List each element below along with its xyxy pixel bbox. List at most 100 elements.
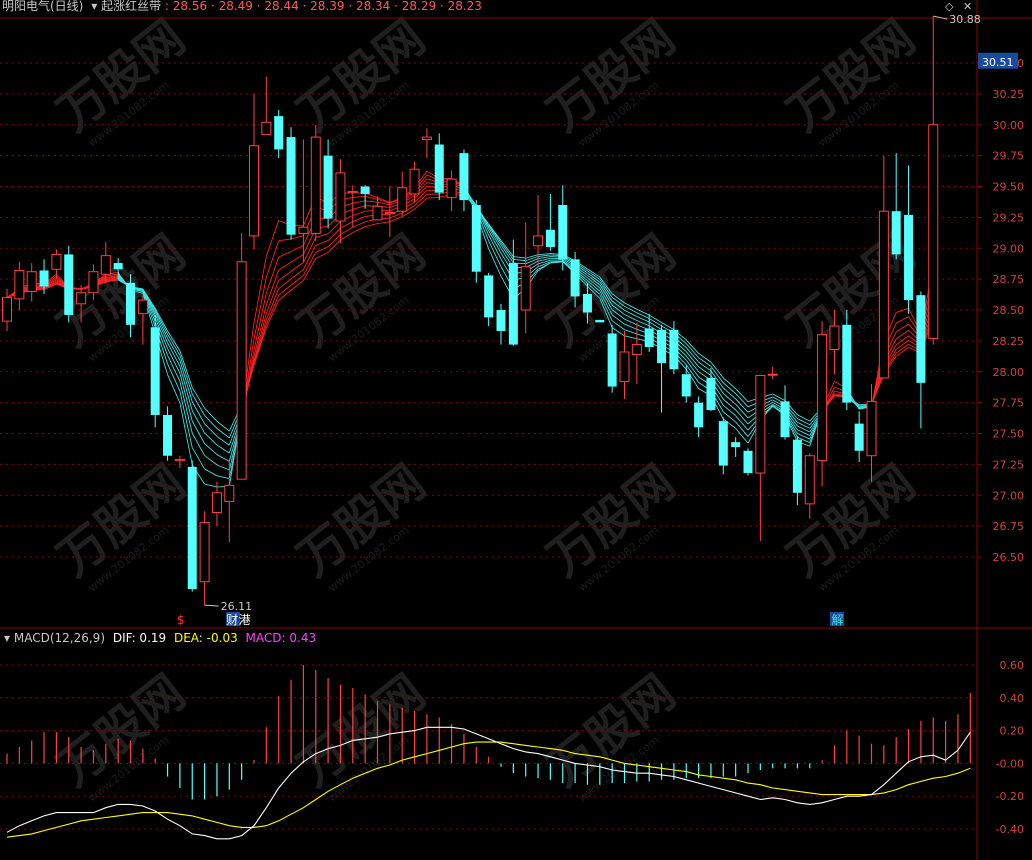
candle	[409, 161, 420, 203]
y-tick-label: 28.75	[993, 273, 1025, 286]
ribbon-segment	[315, 246, 329, 253]
candle-body	[335, 172, 346, 222]
ribbon-segment	[648, 321, 662, 330]
event-label: 财	[226, 613, 238, 627]
collapse-icon[interactable]: ▾	[4, 631, 10, 645]
ribbon-segment	[204, 483, 218, 488]
dea-value: DEA: -0.03	[173, 631, 238, 645]
candle	[669, 321, 679, 375]
candle-body	[706, 377, 716, 411]
y-tick-label: -0.40	[996, 823, 1024, 836]
ribbon-segment	[698, 353, 712, 363]
candle-body	[767, 373, 778, 376]
stock-title[interactable]: 明阳电气(日线)	[2, 0, 83, 13]
candle	[718, 417, 728, 475]
candle-body	[113, 263, 123, 270]
ribbon-segment	[352, 210, 366, 216]
ribbon-segment	[315, 251, 329, 259]
ribbon-segment	[735, 415, 749, 431]
candle-body	[26, 271, 37, 292]
candle-body	[854, 423, 864, 451]
candle-body	[484, 275, 494, 318]
ribbon-segment	[315, 240, 329, 246]
candle	[484, 272, 494, 327]
candle-body	[421, 136, 432, 141]
candle-body	[545, 229, 555, 248]
candle-body	[619, 351, 630, 383]
watermark-mark: 万股网www.201082.com	[537, 9, 685, 149]
candle-body	[780, 401, 790, 438]
ribbon-segment	[216, 444, 230, 454]
candle-body	[384, 211, 395, 215]
candle-body	[904, 214, 914, 301]
ribbon-segment	[340, 221, 354, 229]
ribbon-segment	[278, 278, 292, 290]
chart-canvas[interactable]: 万股网www.201082.com 万股网www.201082.com 万股网www…	[0, 0, 1032, 860]
ribbon-segment	[525, 258, 539, 265]
ribbon-segment	[624, 329, 637, 335]
y-tick-label: -0.20	[996, 790, 1024, 803]
ribbon-segment	[772, 393, 786, 402]
ribbon-segment	[723, 382, 736, 394]
diamond-icon[interactable]: ◇	[945, 0, 953, 13]
ribbon-segment	[315, 233, 329, 238]
candle	[916, 291, 926, 429]
candle	[421, 128, 432, 159]
candle	[347, 185, 358, 228]
y-tick-label: 27.75	[993, 397, 1025, 410]
ribbon-segment	[290, 280, 304, 291]
ribbon-segment	[278, 251, 292, 258]
ribbon-segment	[685, 339, 699, 354]
ribbon-segment	[278, 284, 292, 296]
candle	[767, 366, 778, 380]
candle-body	[792, 439, 802, 493]
ribbon-segment	[265, 240, 280, 278]
candle-body	[817, 334, 828, 462]
candle-body	[842, 324, 852, 403]
candle	[619, 330, 630, 399]
candle	[595, 319, 605, 323]
event-label: $	[177, 613, 185, 627]
indicator-value: · 28.39	[298, 0, 345, 13]
candle-body	[76, 292, 87, 305]
main-chart-header: 明阳电气(日线) ▾ 起涨红丝带 : 28.56 · 28.49 · 28.44…	[2, 0, 482, 13]
candle-body	[558, 205, 568, 260]
ribbon-segment	[278, 238, 292, 242]
y-tick-label: 26.50	[993, 551, 1025, 564]
candle	[854, 411, 864, 462]
ribbon-segment	[426, 196, 440, 199]
ribbon-segment	[352, 196, 366, 198]
ribbon-segment	[895, 323, 909, 333]
ribbon-segment	[167, 342, 181, 367]
candle-body	[249, 145, 259, 237]
candle	[607, 324, 617, 393]
ribbon-segment	[797, 418, 810, 426]
stock-chart-window: 万股网 www.201082.com 万股网 www.201082.com 万股网 www…	[0, 0, 1032, 860]
y-tick-label: 28.00	[993, 366, 1025, 379]
ribbon-segment	[513, 258, 526, 262]
collapse-icon[interactable]: ▾	[91, 0, 97, 13]
candle	[397, 171, 408, 217]
ribbon-segment	[303, 258, 317, 281]
ribbon-segment	[685, 355, 699, 373]
ribbon-segment	[216, 475, 230, 479]
indicator-name[interactable]: 起涨红丝带	[101, 0, 161, 13]
close-icon[interactable]: ✕	[963, 0, 972, 13]
macd-title[interactable]: MACD(12,26,9)	[14, 631, 105, 645]
candle-body	[224, 484, 235, 502]
candle	[261, 76, 272, 136]
ribbon-segment	[216, 454, 230, 462]
y-tick-label: 29.25	[993, 211, 1025, 224]
candle	[64, 245, 74, 323]
candle-body	[891, 211, 901, 255]
window-controls: ◇ ✕	[945, 0, 972, 14]
candle-body	[829, 325, 840, 351]
indicator-value: · 28.44	[252, 0, 299, 13]
candle	[224, 458, 235, 543]
high-label: 30.88	[949, 13, 981, 26]
candle	[731, 437, 741, 457]
ribbon-segment	[735, 428, 749, 444]
ribbon-segment	[723, 398, 736, 411]
candle-body	[644, 328, 654, 348]
candle	[335, 159, 346, 244]
